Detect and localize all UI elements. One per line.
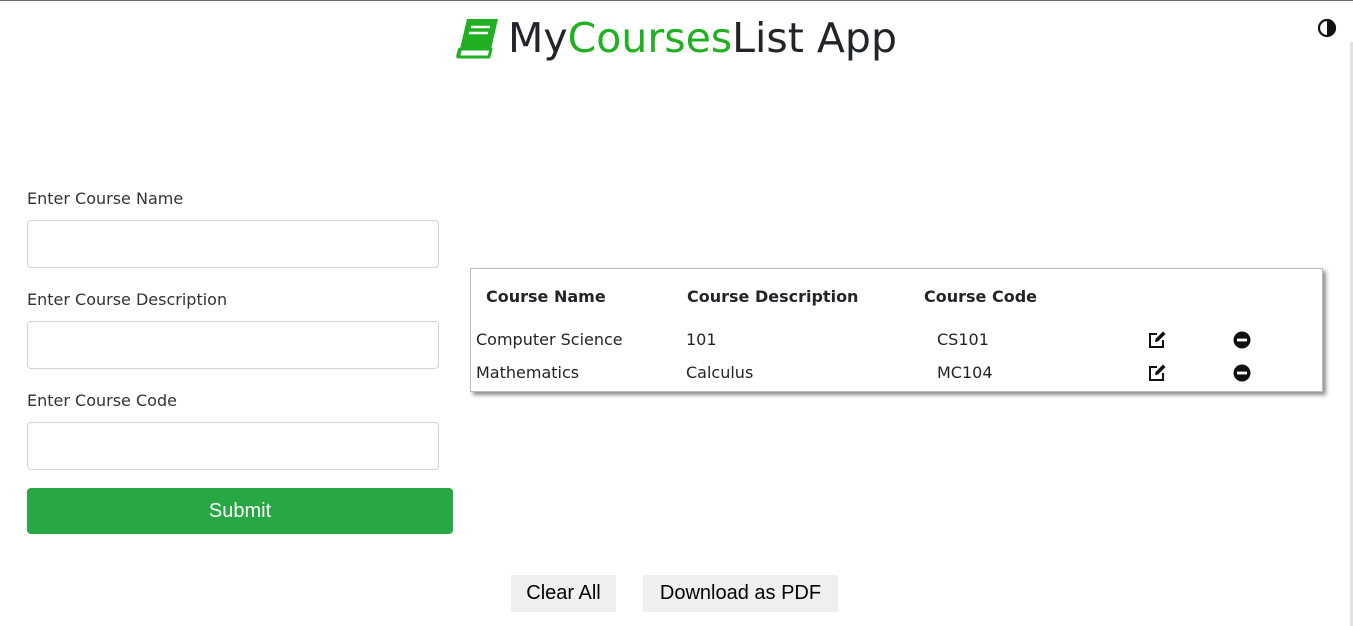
course-description-label: Enter Course Description: [27, 290, 228, 309]
edit-icon[interactable]: [1147, 330, 1167, 350]
edit-icon[interactable]: [1147, 363, 1167, 383]
row-1-course-code: CS101: [937, 330, 989, 349]
window-top-border: [0, 0, 1353, 1]
row-2-course-code: MC104: [937, 363, 993, 382]
course-code-input[interactable]: [27, 422, 439, 470]
header-course-code: Course Code: [924, 287, 1037, 306]
title-accent: Courses: [567, 14, 733, 62]
minus-circle-icon[interactable]: [1232, 363, 1252, 383]
title-suffix: List App: [732, 14, 897, 62]
clear-all-button[interactable]: Clear All: [511, 575, 616, 612]
course-code-label: Enter Course Code: [27, 391, 177, 410]
minus-circle-icon[interactable]: [1232, 330, 1252, 350]
course-name-label: Enter Course Name: [27, 189, 184, 208]
courses-table: Course Name Course Description Course Co…: [470, 268, 1323, 392]
course-name-input[interactable]: [27, 220, 439, 268]
book-icon: [456, 19, 499, 59]
submit-button[interactable]: Submit: [27, 488, 453, 534]
contrast-icon[interactable]: [1317, 18, 1337, 38]
row-2-course-description: Calculus: [686, 363, 754, 382]
course-description-input[interactable]: [27, 321, 439, 369]
app-header: My Courses List App: [0, 8, 1353, 68]
page-title: My Courses List App: [456, 14, 897, 62]
row-1-course-name: Computer Science: [476, 330, 623, 349]
row-2-course-name: Mathematics: [476, 363, 580, 382]
row-1-course-description: 101: [686, 330, 717, 349]
download-pdf-button[interactable]: Download as PDF: [643, 575, 838, 612]
title-prefix: My: [508, 14, 568, 62]
header-course-description: Course Description: [687, 287, 859, 306]
header-course-name: Course Name: [486, 287, 606, 306]
